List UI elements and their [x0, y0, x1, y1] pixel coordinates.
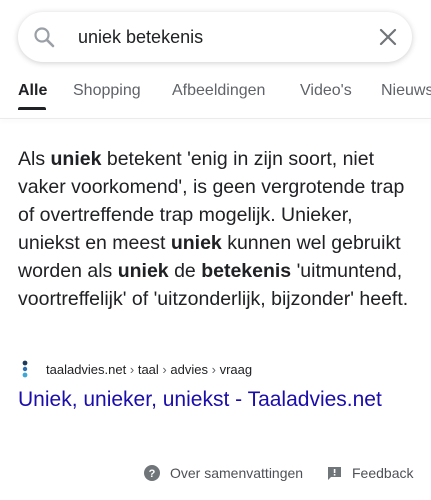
featured-snippet-text: Als uniek betekent 'enig in zijn soort, …	[18, 145, 418, 313]
snippet-highlight: uniek	[117, 260, 169, 282]
breadcrumb-item: vraag	[219, 361, 253, 377]
snippet-part: de	[168, 260, 202, 282]
tabs-divider	[0, 118, 431, 119]
search-input[interactable]	[78, 12, 368, 62]
search-icon[interactable]	[32, 25, 56, 49]
help-icon: ?	[144, 465, 160, 481]
site-favicon-icon	[18, 360, 32, 378]
breadcrumb-item: advies	[170, 361, 208, 377]
tab-afbeeldingen[interactable]: Afbeeldingen	[172, 82, 265, 100]
snippet-highlight: uniek	[170, 232, 222, 254]
close-icon[interactable]	[376, 25, 400, 49]
about-snippets-label: Over samenvattingen	[170, 465, 304, 481]
tab-alle[interactable]: Alle	[18, 82, 47, 100]
breadcrumb-separator: ›	[211, 361, 216, 377]
snippet-part: Als	[18, 148, 51, 170]
snippet-highlight: uniek	[50, 148, 102, 170]
tab-nieuws[interactable]: Nieuws	[381, 82, 431, 100]
about-snippets-link[interactable]: ? Over samenvattingen	[144, 463, 303, 483]
tab-shopping[interactable]: Shopping	[73, 82, 141, 100]
svg-text:?: ?	[149, 468, 156, 480]
breadcrumb-separator: ›	[162, 361, 167, 377]
feedback-label: Feedback	[352, 465, 414, 481]
breadcrumb-item: taal	[137, 361, 159, 377]
tab-videos[interactable]: Video's	[300, 82, 352, 100]
result-source[interactable]: taaladvies.net › taal › advies › vraag	[18, 358, 418, 380]
search-bar[interactable]	[18, 12, 412, 62]
breadcrumb-site: taaladvies.net	[46, 361, 127, 377]
active-tab-indicator	[18, 107, 46, 110]
feedback-icon	[328, 466, 341, 480]
snippet-highlight: betekenis	[201, 260, 292, 282]
breadcrumb-separator: ›	[129, 361, 135, 377]
search-tabs: Alle Shopping Afbeeldingen Video's Nieuw…	[0, 74, 431, 118]
result-title-link[interactable]: Uniek, unieker, uniekst - Taaladvies.net	[18, 386, 418, 414]
breadcrumb: taaladvies.net › taal › advies › vraag	[46, 362, 252, 377]
feedback-link[interactable]: Feedback	[327, 463, 413, 483]
